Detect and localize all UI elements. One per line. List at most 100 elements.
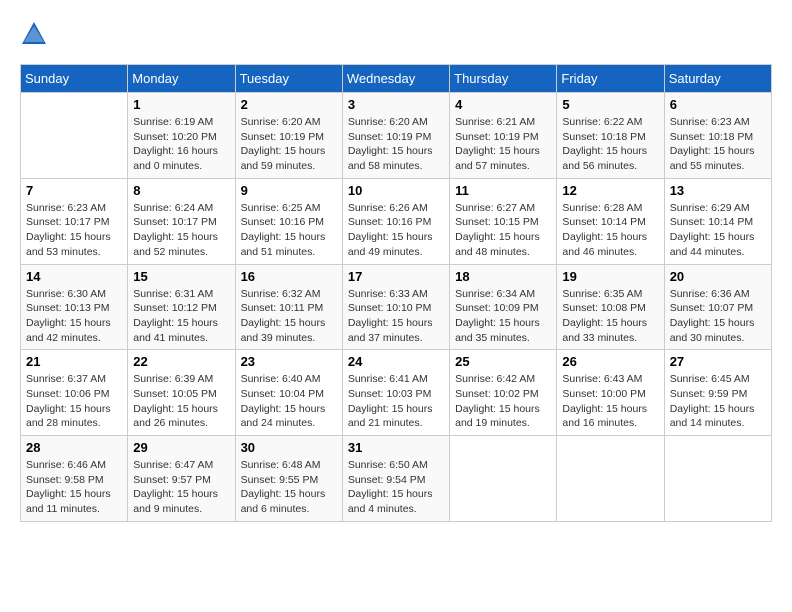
day-number: 20 xyxy=(670,269,766,284)
day-info: Sunrise: 6:42 AMSunset: 10:02 PMDaylight… xyxy=(455,372,551,431)
day-number: 3 xyxy=(348,97,444,112)
calendar-cell: 2 Sunrise: 6:20 AMSunset: 10:19 PMDaylig… xyxy=(235,93,342,179)
calendar-cell: 29 Sunrise: 6:47 AMSunset: 9:57 PMDaylig… xyxy=(128,436,235,522)
col-header-friday: Friday xyxy=(557,65,664,93)
day-number: 1 xyxy=(133,97,229,112)
calendar-cell: 3 Sunrise: 6:20 AMSunset: 10:19 PMDaylig… xyxy=(342,93,449,179)
day-info: Sunrise: 6:20 AMSunset: 10:19 PMDaylight… xyxy=(241,115,337,174)
day-info: Sunrise: 6:35 AMSunset: 10:08 PMDaylight… xyxy=(562,287,658,346)
day-number: 8 xyxy=(133,183,229,198)
day-number: 4 xyxy=(455,97,551,112)
day-info: Sunrise: 6:19 AMSunset: 10:20 PMDaylight… xyxy=(133,115,229,174)
day-number: 27 xyxy=(670,354,766,369)
calendar-cell: 4 Sunrise: 6:21 AMSunset: 10:19 PMDaylig… xyxy=(450,93,557,179)
day-info: Sunrise: 6:22 AMSunset: 10:18 PMDaylight… xyxy=(562,115,658,174)
logo-icon xyxy=(20,20,48,48)
col-header-monday: Monday xyxy=(128,65,235,93)
calendar-cell: 26 Sunrise: 6:43 AMSunset: 10:00 PMDayli… xyxy=(557,350,664,436)
col-header-saturday: Saturday xyxy=(664,65,771,93)
day-info: Sunrise: 6:26 AMSunset: 10:16 PMDaylight… xyxy=(348,201,444,260)
day-number: 19 xyxy=(562,269,658,284)
col-header-thursday: Thursday xyxy=(450,65,557,93)
calendar-cell xyxy=(557,436,664,522)
day-info: Sunrise: 6:46 AMSunset: 9:58 PMDaylight:… xyxy=(26,458,122,517)
logo xyxy=(20,20,52,48)
calendar-cell: 25 Sunrise: 6:42 AMSunset: 10:02 PMDayli… xyxy=(450,350,557,436)
calendar-cell: 18 Sunrise: 6:34 AMSunset: 10:09 PMDayli… xyxy=(450,264,557,350)
col-header-sunday: Sunday xyxy=(21,65,128,93)
calendar-cell xyxy=(21,93,128,179)
day-number: 24 xyxy=(348,354,444,369)
day-info: Sunrise: 6:27 AMSunset: 10:15 PMDaylight… xyxy=(455,201,551,260)
calendar-cell: 19 Sunrise: 6:35 AMSunset: 10:08 PMDayli… xyxy=(557,264,664,350)
calendar-cell: 30 Sunrise: 6:48 AMSunset: 9:55 PMDaylig… xyxy=(235,436,342,522)
day-number: 23 xyxy=(241,354,337,369)
day-info: Sunrise: 6:39 AMSunset: 10:05 PMDaylight… xyxy=(133,372,229,431)
calendar-cell: 28 Sunrise: 6:46 AMSunset: 9:58 PMDaylig… xyxy=(21,436,128,522)
day-number: 7 xyxy=(26,183,122,198)
day-number: 31 xyxy=(348,440,444,455)
calendar-table: SundayMondayTuesdayWednesdayThursdayFrid… xyxy=(20,64,772,522)
calendar-cell: 23 Sunrise: 6:40 AMSunset: 10:04 PMDayli… xyxy=(235,350,342,436)
day-number: 16 xyxy=(241,269,337,284)
calendar-week-2: 7 Sunrise: 6:23 AMSunset: 10:17 PMDaylig… xyxy=(21,178,772,264)
day-info: Sunrise: 6:50 AMSunset: 9:54 PMDaylight:… xyxy=(348,458,444,517)
calendar-cell: 27 Sunrise: 6:45 AMSunset: 9:59 PMDaylig… xyxy=(664,350,771,436)
day-info: Sunrise: 6:40 AMSunset: 10:04 PMDaylight… xyxy=(241,372,337,431)
day-number: 18 xyxy=(455,269,551,284)
day-info: Sunrise: 6:30 AMSunset: 10:13 PMDaylight… xyxy=(26,287,122,346)
day-number: 17 xyxy=(348,269,444,284)
day-info: Sunrise: 6:29 AMSunset: 10:14 PMDaylight… xyxy=(670,201,766,260)
day-number: 2 xyxy=(241,97,337,112)
day-number: 6 xyxy=(670,97,766,112)
day-info: Sunrise: 6:36 AMSunset: 10:07 PMDaylight… xyxy=(670,287,766,346)
day-number: 25 xyxy=(455,354,551,369)
day-number: 13 xyxy=(670,183,766,198)
calendar-cell: 16 Sunrise: 6:32 AMSunset: 10:11 PMDayli… xyxy=(235,264,342,350)
day-info: Sunrise: 6:20 AMSunset: 10:19 PMDaylight… xyxy=(348,115,444,174)
day-info: Sunrise: 6:45 AMSunset: 9:59 PMDaylight:… xyxy=(670,372,766,431)
day-number: 14 xyxy=(26,269,122,284)
calendar-cell: 31 Sunrise: 6:50 AMSunset: 9:54 PMDaylig… xyxy=(342,436,449,522)
day-number: 26 xyxy=(562,354,658,369)
day-info: Sunrise: 6:47 AMSunset: 9:57 PMDaylight:… xyxy=(133,458,229,517)
calendar-cell: 11 Sunrise: 6:27 AMSunset: 10:15 PMDayli… xyxy=(450,178,557,264)
page-header xyxy=(20,20,772,48)
day-number: 9 xyxy=(241,183,337,198)
calendar-cell: 1 Sunrise: 6:19 AMSunset: 10:20 PMDaylig… xyxy=(128,93,235,179)
day-info: Sunrise: 6:34 AMSunset: 10:09 PMDaylight… xyxy=(455,287,551,346)
day-info: Sunrise: 6:37 AMSunset: 10:06 PMDaylight… xyxy=(26,372,122,431)
day-number: 28 xyxy=(26,440,122,455)
calendar-cell: 7 Sunrise: 6:23 AMSunset: 10:17 PMDaylig… xyxy=(21,178,128,264)
calendar-week-5: 28 Sunrise: 6:46 AMSunset: 9:58 PMDaylig… xyxy=(21,436,772,522)
calendar-cell: 6 Sunrise: 6:23 AMSunset: 10:18 PMDaylig… xyxy=(664,93,771,179)
day-info: Sunrise: 6:48 AMSunset: 9:55 PMDaylight:… xyxy=(241,458,337,517)
calendar-cell: 15 Sunrise: 6:31 AMSunset: 10:12 PMDayli… xyxy=(128,264,235,350)
calendar-cell: 10 Sunrise: 6:26 AMSunset: 10:16 PMDayli… xyxy=(342,178,449,264)
day-info: Sunrise: 6:23 AMSunset: 10:18 PMDaylight… xyxy=(670,115,766,174)
day-info: Sunrise: 6:41 AMSunset: 10:03 PMDaylight… xyxy=(348,372,444,431)
day-number: 10 xyxy=(348,183,444,198)
calendar-cell: 17 Sunrise: 6:33 AMSunset: 10:10 PMDayli… xyxy=(342,264,449,350)
day-info: Sunrise: 6:23 AMSunset: 10:17 PMDaylight… xyxy=(26,201,122,260)
day-info: Sunrise: 6:33 AMSunset: 10:10 PMDaylight… xyxy=(348,287,444,346)
day-number: 30 xyxy=(241,440,337,455)
calendar-cell: 14 Sunrise: 6:30 AMSunset: 10:13 PMDayli… xyxy=(21,264,128,350)
day-info: Sunrise: 6:28 AMSunset: 10:14 PMDaylight… xyxy=(562,201,658,260)
day-number: 12 xyxy=(562,183,658,198)
col-header-wednesday: Wednesday xyxy=(342,65,449,93)
day-number: 11 xyxy=(455,183,551,198)
calendar-week-1: 1 Sunrise: 6:19 AMSunset: 10:20 PMDaylig… xyxy=(21,93,772,179)
day-info: Sunrise: 6:31 AMSunset: 10:12 PMDaylight… xyxy=(133,287,229,346)
day-number: 21 xyxy=(26,354,122,369)
calendar-cell: 9 Sunrise: 6:25 AMSunset: 10:16 PMDaylig… xyxy=(235,178,342,264)
day-info: Sunrise: 6:21 AMSunset: 10:19 PMDaylight… xyxy=(455,115,551,174)
calendar-cell: 24 Sunrise: 6:41 AMSunset: 10:03 PMDayli… xyxy=(342,350,449,436)
calendar-week-4: 21 Sunrise: 6:37 AMSunset: 10:06 PMDayli… xyxy=(21,350,772,436)
calendar-week-3: 14 Sunrise: 6:30 AMSunset: 10:13 PMDayli… xyxy=(21,264,772,350)
calendar-cell: 12 Sunrise: 6:28 AMSunset: 10:14 PMDayli… xyxy=(557,178,664,264)
calendar-cell: 8 Sunrise: 6:24 AMSunset: 10:17 PMDaylig… xyxy=(128,178,235,264)
header-row: SundayMondayTuesdayWednesdayThursdayFrid… xyxy=(21,65,772,93)
calendar-cell: 22 Sunrise: 6:39 AMSunset: 10:05 PMDayli… xyxy=(128,350,235,436)
calendar-cell: 13 Sunrise: 6:29 AMSunset: 10:14 PMDayli… xyxy=(664,178,771,264)
